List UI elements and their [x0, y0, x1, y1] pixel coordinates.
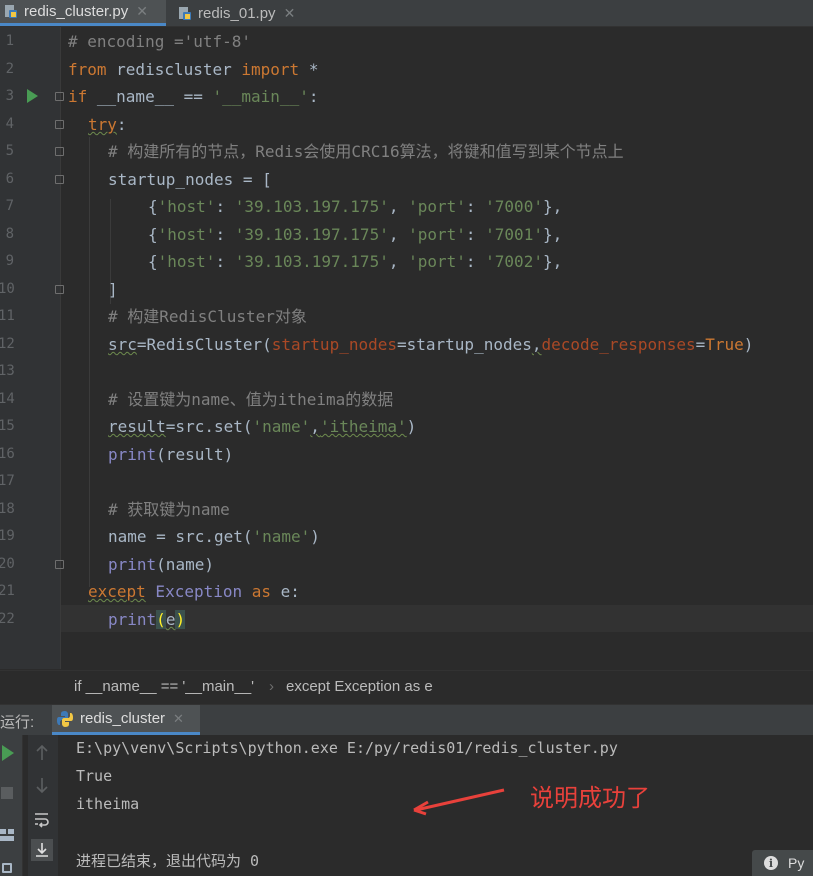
line-number: 19	[0, 528, 15, 544]
code-line-16: print(result)	[108, 445, 234, 464]
console-output-line: E:\py\venv\Scripts\python.exe E:/py/redi…	[76, 739, 618, 757]
line-number: 7	[5, 198, 14, 214]
indent-guide	[89, 137, 90, 587]
code-line-20: print(name)	[108, 555, 214, 574]
line-number: 15	[0, 418, 15, 434]
code-line-21: except Exception as e:	[88, 582, 300, 601]
python-file-icon	[179, 6, 191, 20]
line-number: 21	[0, 583, 15, 599]
breadcrumb: if __name__ == '__main__' › except Excep…	[0, 670, 813, 701]
code-line-11: # 构建RedisCluster对象	[108, 307, 307, 326]
annotation-text: 说明成功了	[530, 784, 650, 812]
tab-label: redis_01.py	[198, 4, 276, 22]
line-number: 18	[0, 501, 15, 517]
python-icon	[57, 710, 73, 727]
line-number: 20	[0, 556, 15, 572]
line-number: 11	[0, 308, 15, 324]
console-output-line: 进程已结束，退出代码为 0	[76, 852, 260, 870]
code-line-7: {'host': '39.103.197.175', 'port': '7000…	[148, 197, 563, 216]
line-number: 10	[0, 281, 15, 297]
run-panel-header: 运行: redis_cluster ✕	[0, 704, 813, 735]
console-toolbar	[28, 735, 58, 876]
code-line-2: from rediscluster import *	[68, 60, 319, 79]
code-line-18: # 获取键为name	[108, 500, 230, 519]
rerun-icon[interactable]	[2, 745, 14, 761]
line-number: 12	[0, 336, 15, 352]
code-line-22: print(e)	[108, 610, 186, 629]
scroll-to-end-icon[interactable]	[31, 839, 53, 861]
code-line-12: src=RedisCluster(startup_nodes=startup_n…	[108, 335, 754, 354]
notification-text: Py	[788, 855, 805, 871]
line-number: 17	[0, 473, 15, 489]
fold-marker-icon[interactable]	[55, 147, 64, 156]
soft-wrap-icon[interactable]	[33, 810, 51, 828]
stop-icon[interactable]	[1, 787, 13, 799]
arrow-up-icon[interactable]	[35, 745, 49, 761]
run-tab-label: redis_cluster	[80, 710, 166, 727]
line-number: 13	[0, 363, 15, 379]
tab-label: redis_cluster.py	[24, 3, 129, 20]
close-icon[interactable]: ✕	[284, 5, 296, 22]
code-line-19: name = src.get('name')	[108, 527, 320, 546]
line-number: 5	[5, 143, 14, 159]
code-line-15: result=src.set('name','itheima')	[108, 417, 417, 436]
line-number: 1	[5, 33, 14, 49]
fold-marker-icon[interactable]	[55, 92, 64, 101]
fold-marker-icon[interactable]	[55, 285, 64, 294]
python-file-icon	[5, 5, 17, 18]
info-icon: i	[764, 856, 778, 870]
layout-icon[interactable]	[0, 829, 14, 841]
code-line-14: # 设置键为name、值为itheima的数据	[108, 390, 394, 409]
editor-tab-bar: redis_cluster.py ✕ redis_01.py ✕	[0, 0, 813, 27]
console-output-line: True	[76, 767, 113, 785]
fold-marker-icon[interactable]	[55, 560, 64, 569]
breadcrumb-separator: ›	[269, 678, 274, 695]
pin-icon[interactable]	[2, 863, 12, 873]
line-number-gutter: 1 2 3 4 5 6 7 8 9 10 11 12 13 14 15 16 1…	[0, 27, 61, 669]
close-icon[interactable]: ✕	[136, 3, 148, 20]
run-tab[interactable]: redis_cluster ✕	[52, 705, 200, 735]
run-gutter-icon[interactable]	[27, 89, 38, 103]
fold-marker-icon[interactable]	[55, 120, 64, 129]
code-line-5: # 构建所有的节点，Redis会使用CRC16算法，将键和值写到某个节点上	[108, 142, 624, 161]
line-number: 22	[0, 611, 15, 627]
code-line-3: if __name__ == '__main__':	[68, 87, 319, 106]
line-number: 8	[5, 226, 14, 242]
console-output-line: itheima	[76, 795, 140, 813]
run-console[interactable]: E:\py\venv\Scripts\python.exe E:/py/redi…	[0, 735, 813, 876]
arrow-down-icon[interactable]	[35, 777, 49, 793]
line-number: 2	[5, 61, 14, 77]
line-number: 3	[5, 88, 14, 104]
close-icon[interactable]: ✕	[173, 711, 184, 727]
run-toolbar	[0, 735, 23, 876]
code-line-9: {'host': '39.103.197.175', 'port': '7002…	[148, 252, 563, 271]
line-number: 4	[5, 116, 14, 132]
fold-marker-icon[interactable]	[55, 175, 64, 184]
line-number: 16	[0, 446, 15, 462]
annotation-arrow	[413, 788, 505, 816]
code-line-1: # encoding ='utf-8'	[68, 32, 252, 51]
line-number: 9	[5, 253, 14, 269]
code-line-8: {'host': '39.103.197.175', 'port': '7001…	[148, 225, 563, 244]
code-line-10: ]	[108, 280, 118, 299]
breadcrumb-item[interactable]: if __name__ == '__main__'	[74, 678, 254, 695]
run-panel-label: 运行:	[0, 714, 35, 731]
code-editor[interactable]: 1 2 3 4 5 6 7 8 9 10 11 12 13 14 15 16 1…	[0, 27, 813, 669]
breadcrumb-item[interactable]: except Exception as e	[286, 678, 433, 695]
code-line-6: startup_nodes = [	[108, 170, 272, 189]
tab-redis-cluster[interactable]: redis_cluster.py ✕	[0, 0, 166, 26]
line-number: 14	[0, 391, 15, 407]
line-number: 6	[5, 171, 14, 187]
code-line-4: try:	[88, 115, 127, 134]
tab-redis-01[interactable]: redis_01.py ✕	[178, 0, 308, 26]
notification-popup[interactable]: i Py	[752, 850, 813, 876]
